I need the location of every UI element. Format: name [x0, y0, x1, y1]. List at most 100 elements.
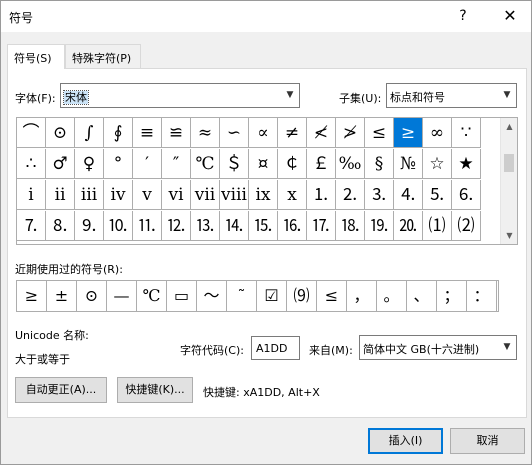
- recent-symbol-cell[interactable]: ≤: [317, 281, 347, 311]
- symbol-cell[interactable]: ⒊: [365, 180, 394, 210]
- symbol-cell[interactable]: ∽: [220, 118, 249, 148]
- symbol-cell[interactable]: ⒍: [452, 180, 481, 210]
- symbol-cell[interactable]: °: [104, 149, 133, 179]
- recent-symbol-cell[interactable]: ℃: [137, 281, 167, 311]
- symbol-cell[interactable]: ′: [133, 149, 162, 179]
- symbol-cell[interactable]: ⅷ: [220, 180, 249, 210]
- symbol-cell[interactable]: §: [365, 149, 394, 179]
- symbol-cell[interactable]: ≮: [307, 118, 336, 148]
- tab-symbols[interactable]: 符号(S): [7, 44, 65, 69]
- symbol-cell[interactable]: ＄: [220, 149, 249, 179]
- symbol-cell[interactable]: ⒛: [394, 211, 423, 241]
- autocorrect-button[interactable]: 自动更正(A)...: [15, 377, 107, 403]
- insert-button[interactable]: 插入(I): [368, 428, 443, 454]
- symbol-cell[interactable]: ≌: [162, 118, 191, 148]
- recent-symbol-cell[interactable]: ：: [467, 281, 497, 311]
- recent-symbol-cell[interactable]: ˜: [227, 281, 257, 311]
- recent-symbol-cell[interactable]: ～: [197, 281, 227, 311]
- symbol-cell[interactable]: ⒎: [17, 211, 46, 241]
- chevron-down-icon[interactable]: ▼: [497, 336, 516, 359]
- recent-symbol-cell[interactable]: ⊙: [77, 281, 107, 311]
- char-code-input[interactable]: A1DD: [251, 336, 300, 360]
- symbol-cell[interactable]: ⑵: [452, 211, 481, 241]
- symbol-cell[interactable]: ⅸ: [249, 180, 278, 210]
- recent-symbol-cell[interactable]: 。: [377, 281, 407, 311]
- symbol-cell[interactable]: ℃: [191, 149, 220, 179]
- symbol-cell[interactable]: ⒑: [104, 211, 133, 241]
- symbol-cell[interactable]: ≡: [133, 118, 162, 148]
- symbol-cell[interactable]: ￡: [307, 149, 336, 179]
- symbol-cell[interactable]: ⅵ: [162, 180, 191, 210]
- symbol-cell[interactable]: ♂: [46, 149, 75, 179]
- symbol-cell[interactable]: №: [394, 149, 423, 179]
- chevron-down-icon[interactable]: ▼: [497, 84, 516, 107]
- symbol-cell[interactable]: ⅴ: [133, 180, 162, 210]
- scroll-down-icon[interactable]: ▼: [501, 227, 517, 244]
- symbol-cell[interactable]: ⒘: [307, 211, 336, 241]
- symbol-cell[interactable]: ‰: [336, 149, 365, 179]
- symbol-cell[interactable]: ∮: [104, 118, 133, 148]
- close-icon[interactable]: ✕: [498, 5, 522, 27]
- recent-symbol-cell[interactable]: ±: [47, 281, 77, 311]
- symbol-cell[interactable]: ⌒: [17, 118, 46, 148]
- shortcut-key-button[interactable]: 快捷键(K)...: [117, 377, 193, 403]
- symbol-cell[interactable]: ⒒: [133, 211, 162, 241]
- symbol-cell[interactable]: ⒋: [394, 180, 423, 210]
- symbol-cell[interactable]: ∴: [17, 149, 46, 179]
- symbol-cell[interactable]: ∫: [75, 118, 104, 148]
- chevron-down-icon[interactable]: ▼: [280, 84, 299, 107]
- from-select[interactable]: 简体中文 GB(十六进制) ▼: [359, 335, 517, 360]
- symbol-cell[interactable]: ≈: [191, 118, 220, 148]
- symbol-cell[interactable]: ♀: [75, 149, 104, 179]
- symbol-cell[interactable]: ￠: [278, 149, 307, 179]
- symbol-cell[interactable]: ⒕: [220, 211, 249, 241]
- symbol-cell[interactable]: ⒙: [336, 211, 365, 241]
- symbol-cell[interactable]: ⒖: [249, 211, 278, 241]
- symbol-cell[interactable]: ⒚: [365, 211, 394, 241]
- symbol-cell[interactable]: ¤: [249, 149, 278, 179]
- cancel-button[interactable]: 取消: [450, 428, 525, 454]
- subset-select[interactable]: 标点和符号 ▼: [386, 83, 517, 108]
- recent-symbol-cell[interactable]: ⑼: [287, 281, 317, 311]
- symbol-cell[interactable]: ″: [162, 149, 191, 179]
- symbol-cell[interactable]: ⒓: [162, 211, 191, 241]
- font-select[interactable]: 宋体 ▼: [60, 83, 300, 108]
- symbol-cell[interactable]: ⒈: [307, 180, 336, 210]
- symbol-cell[interactable]: ★: [452, 149, 481, 179]
- symbol-cell[interactable]: ≤: [365, 118, 394, 148]
- recent-symbol-cell[interactable]: —: [107, 281, 137, 311]
- symbol-cell[interactable]: ≥: [394, 118, 423, 148]
- scroll-up-icon[interactable]: ▲: [501, 118, 517, 135]
- unicode-name-value: 大于或等于: [15, 353, 70, 366]
- symbol-grid-scrollbar[interactable]: ▲ ▼: [500, 118, 517, 244]
- recent-symbol-cell[interactable]: 、: [407, 281, 437, 311]
- recent-symbol-cell[interactable]: ☑: [257, 281, 287, 311]
- help-button[interactable]: ?: [451, 5, 475, 27]
- symbol-cell[interactable]: ⒗: [278, 211, 307, 241]
- tab-special-characters[interactable]: 特殊字符(P): [65, 44, 141, 68]
- recent-symbol-cell[interactable]: ；: [437, 281, 467, 311]
- symbol-cell[interactable]: ☆: [423, 149, 452, 179]
- symbol-cell[interactable]: ∞: [423, 118, 452, 148]
- symbol-cell[interactable]: ≯: [336, 118, 365, 148]
- symbol-cell[interactable]: ⒏: [46, 211, 75, 241]
- symbol-cell[interactable]: ⊙: [46, 118, 75, 148]
- symbol-cell[interactable]: ⅰ: [17, 180, 46, 210]
- recent-symbol-cell[interactable]: ，: [347, 281, 377, 311]
- symbol-cell[interactable]: ∝: [249, 118, 278, 148]
- symbol-cell[interactable]: ∵: [452, 118, 481, 148]
- symbol-cell[interactable]: ⑴: [423, 211, 452, 241]
- recent-symbol-cell[interactable]: ▭: [167, 281, 197, 311]
- scroll-thumb[interactable]: [504, 154, 514, 172]
- symbol-cell[interactable]: ≠: [278, 118, 307, 148]
- recent-symbol-cell[interactable]: ≥: [17, 281, 47, 311]
- symbol-cell[interactable]: ⒌: [423, 180, 452, 210]
- symbol-cell[interactable]: ⅳ: [104, 180, 133, 210]
- symbol-cell[interactable]: ⅱ: [46, 180, 75, 210]
- symbol-cell[interactable]: ⅲ: [75, 180, 104, 210]
- symbol-cell[interactable]: ⒔: [191, 211, 220, 241]
- symbol-cell[interactable]: ⒐: [75, 211, 104, 241]
- symbol-cell[interactable]: ⒉: [336, 180, 365, 210]
- symbol-cell[interactable]: ⅶ: [191, 180, 220, 210]
- symbol-cell[interactable]: ⅹ: [278, 180, 307, 210]
